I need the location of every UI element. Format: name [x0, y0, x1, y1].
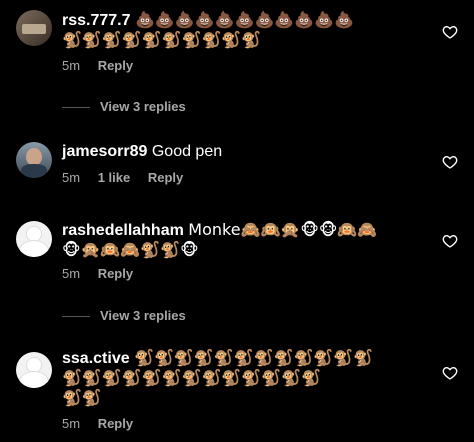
comment-text: 💩💩💩💩💩💩💩💩💩💩💩: [134, 10, 355, 29]
username[interactable]: rss.777.7: [62, 12, 131, 29]
comment-line: jamesorr89 Good pen: [62, 142, 222, 162]
avatar[interactable]: [16, 352, 52, 388]
comment-text: 🐒🐒🐒🐒🐒🐒🐒🐒🐒🐒🐒🐒🐒: [62, 368, 321, 387]
comment-line: rashedellahham Monke🙈🙉🙊🐵🐵🙉🙈: [62, 220, 377, 241]
username[interactable]: jamesorr89: [62, 143, 147, 160]
heart-icon[interactable]: [442, 365, 458, 381]
timestamp: 5m: [62, 170, 81, 185]
view-replies-button[interactable]: View 3 replies: [62, 308, 186, 323]
reply-button[interactable]: Reply: [98, 266, 133, 281]
reply-button[interactable]: Reply: [148, 170, 183, 185]
view-replies-label: View 3 replies: [100, 308, 186, 323]
heart-icon[interactable]: [442, 154, 458, 170]
timestamp: 5m: [62, 58, 81, 73]
timestamp: 5m: [62, 416, 81, 431]
username[interactable]: ssa.ctive: [62, 350, 130, 367]
comment-meta: 5m Reply: [62, 58, 147, 73]
heart-icon[interactable]: [442, 24, 458, 40]
comment-text: 🐒🐒🐒🐒🐒🐒🐒🐒🐒🐒🐒🐒: [134, 348, 374, 367]
comment-text: 🐒🐒🐒🐒🐒🐒🐒🐒🐒🐒: [62, 30, 262, 49]
comment-text: 🐒🐒: [62, 388, 102, 407]
comment-line: rss.777.7 💩💩💩💩💩💩💩💩💩💩💩: [62, 10, 354, 31]
default-avatar-head: [27, 358, 41, 372]
comment-text: 🐵🙊🙉🙈🐒🐒🐵: [62, 240, 199, 259]
default-avatar-body: [20, 372, 48, 388]
comment-line: ssa.ctive 🐒🐒🐒🐒🐒🐒🐒🐒🐒🐒🐒🐒: [62, 348, 373, 369]
avatar[interactable]: [16, 10, 52, 46]
username[interactable]: rashedellahham: [62, 222, 184, 239]
comment-text: Monke🙈🙉🙊🐵🐵🙉🙈: [188, 220, 378, 239]
view-replies-button[interactable]: View 3 replies: [62, 99, 186, 114]
heart-icon[interactable]: [442, 233, 458, 249]
avatar[interactable]: [16, 142, 52, 178]
comment-text: Good pen: [151, 143, 223, 160]
avatar[interactable]: [16, 221, 52, 257]
view-replies-label: View 3 replies: [100, 99, 186, 114]
default-avatar-head: [27, 227, 41, 241]
reply-button[interactable]: Reply: [98, 416, 133, 431]
comment-meta: 5m Reply: [62, 266, 147, 281]
divider: [62, 107, 90, 109]
likes-count[interactable]: 1 like: [98, 170, 131, 185]
comment-meta: 5m 1 like Reply: [62, 170, 197, 185]
reply-button[interactable]: Reply: [98, 58, 133, 73]
default-avatar-body: [20, 241, 48, 257]
comment-meta: 5m Reply: [62, 416, 147, 431]
divider: [62, 316, 90, 318]
timestamp: 5m: [62, 266, 81, 281]
